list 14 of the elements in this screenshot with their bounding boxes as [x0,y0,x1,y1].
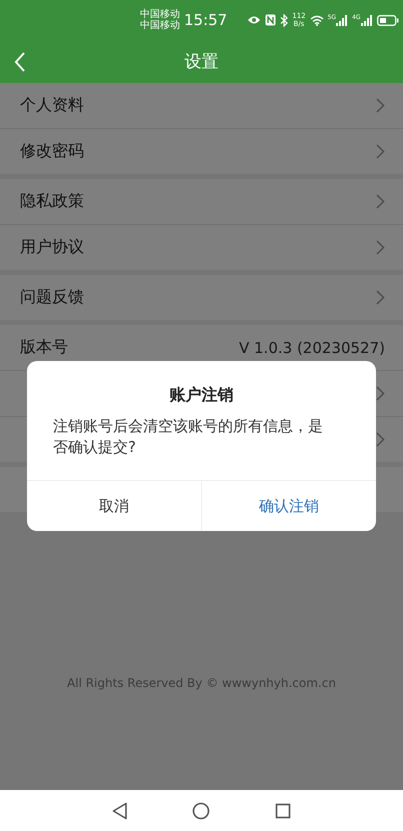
row-label: 修改密码 [20,141,84,162]
clock: 15:57 [184,11,228,29]
carrier-label: 中国移动 [140,9,180,20]
dialog-title: 账户注销 [168,384,234,406]
row-value: V 1.0.3 (20230527) [238,338,385,356]
row-label: 问题反馈 [20,287,84,308]
carrier-label: 中国移动 [140,20,180,31]
row-label: 个人资料 [20,95,84,116]
row-label: 用户协议 [20,237,84,258]
copyright-text: All Rights Reserved By © wwwynhyh.com.cn [66,676,337,690]
row-label: 隐私政策 [20,191,84,212]
page-title: 设置 [184,51,218,73]
dialog-message: 注销账号后会清空该账号的所有信息，是否确认提交? [52,416,324,458]
row-label: 版本号 [20,337,68,358]
